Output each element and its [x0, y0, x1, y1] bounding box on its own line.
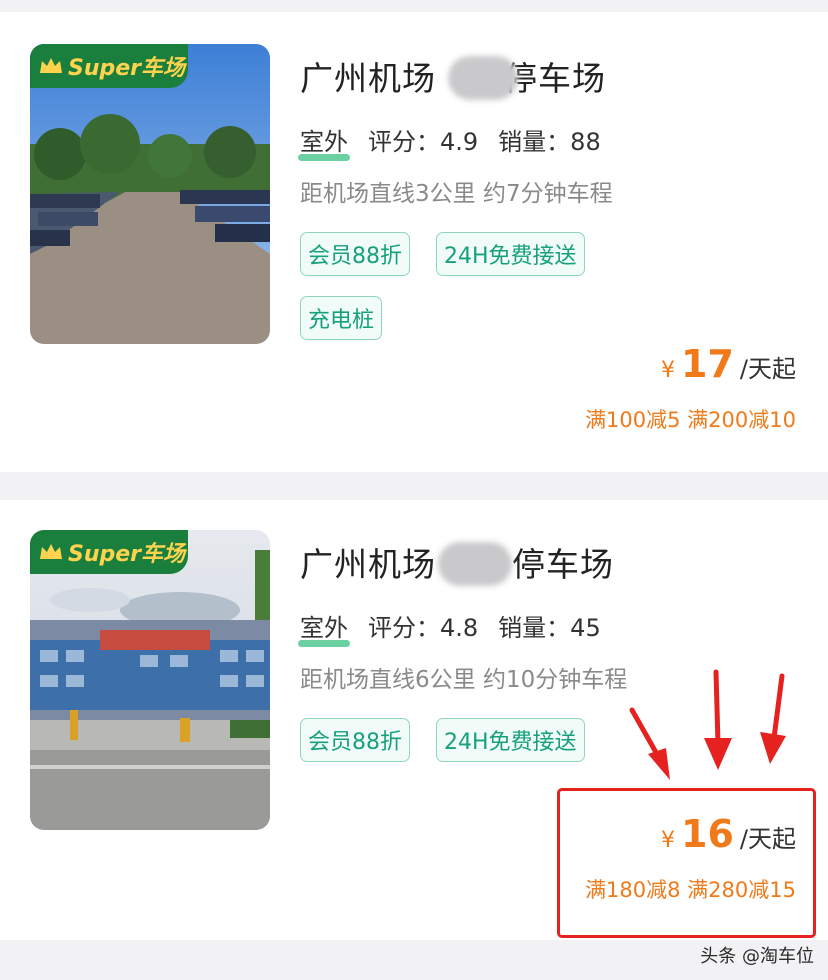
tag-charging: 充电桩 — [300, 296, 383, 340]
tag-free-shuttle: 24H免费接送 — [436, 718, 585, 762]
arrow-icon — [629, 707, 670, 780]
tag-free-shuttle: 24H免费接送 — [436, 232, 585, 276]
tag-member-discount: 会员88折 — [300, 718, 410, 762]
badge-label: Super车场 — [68, 56, 186, 81]
sales: 销量：88 — [498, 128, 601, 156]
title-prefix: 广州机场 — [300, 545, 436, 584]
parking-photo-2: Super车场 — [30, 530, 270, 830]
distance-text: 距机场直线3公里 约7分钟车程 — [300, 181, 613, 207]
watermark: 头条 @淘车位 — [700, 946, 814, 967]
title-suffix: 停车场 — [512, 545, 614, 584]
badge-label: Super车场 — [68, 542, 186, 567]
highlight-box — [557, 788, 816, 938]
title-prefix: 广州机场 — [300, 59, 436, 98]
parking-meta-2: 室外 评分：4.8 销量：45 — [298, 608, 621, 647]
rating: 评分：4.9 — [368, 128, 479, 156]
sales: 销量：45 — [498, 614, 601, 642]
parking-card-1[interactable]: Super车场 广州机场 停车场 室外 评分：4.9 销量：88 距机场直线3公里 … — [0, 12, 828, 472]
arrow-icon — [704, 669, 732, 770]
price: ¥ 17 /天起 — [661, 342, 796, 386]
tag-member-discount: 会员88折 — [300, 232, 410, 276]
arrow-icon — [760, 673, 786, 764]
redacted-mask — [438, 542, 512, 586]
crown-icon — [40, 58, 62, 73]
redacted-mask — [448, 56, 518, 100]
promo-text: 满100减5 满200减10 — [585, 408, 796, 432]
distance-text: 距机场直线6公里 约10分钟车程 — [300, 667, 628, 693]
parking-meta-1: 室外 评分：4.9 销量：88 — [298, 122, 621, 161]
rating: 评分：4.8 — [368, 614, 479, 642]
super-parking-badge: Super车场 — [30, 530, 188, 574]
outdoor-label: 室外 — [298, 608, 350, 647]
parking-photo-1: Super车场 — [30, 44, 270, 344]
crown-icon — [40, 544, 62, 559]
outdoor-label: 室外 — [298, 122, 350, 161]
super-parking-badge: Super车场 — [30, 44, 188, 88]
title-suffix: 停车场 — [504, 59, 606, 98]
